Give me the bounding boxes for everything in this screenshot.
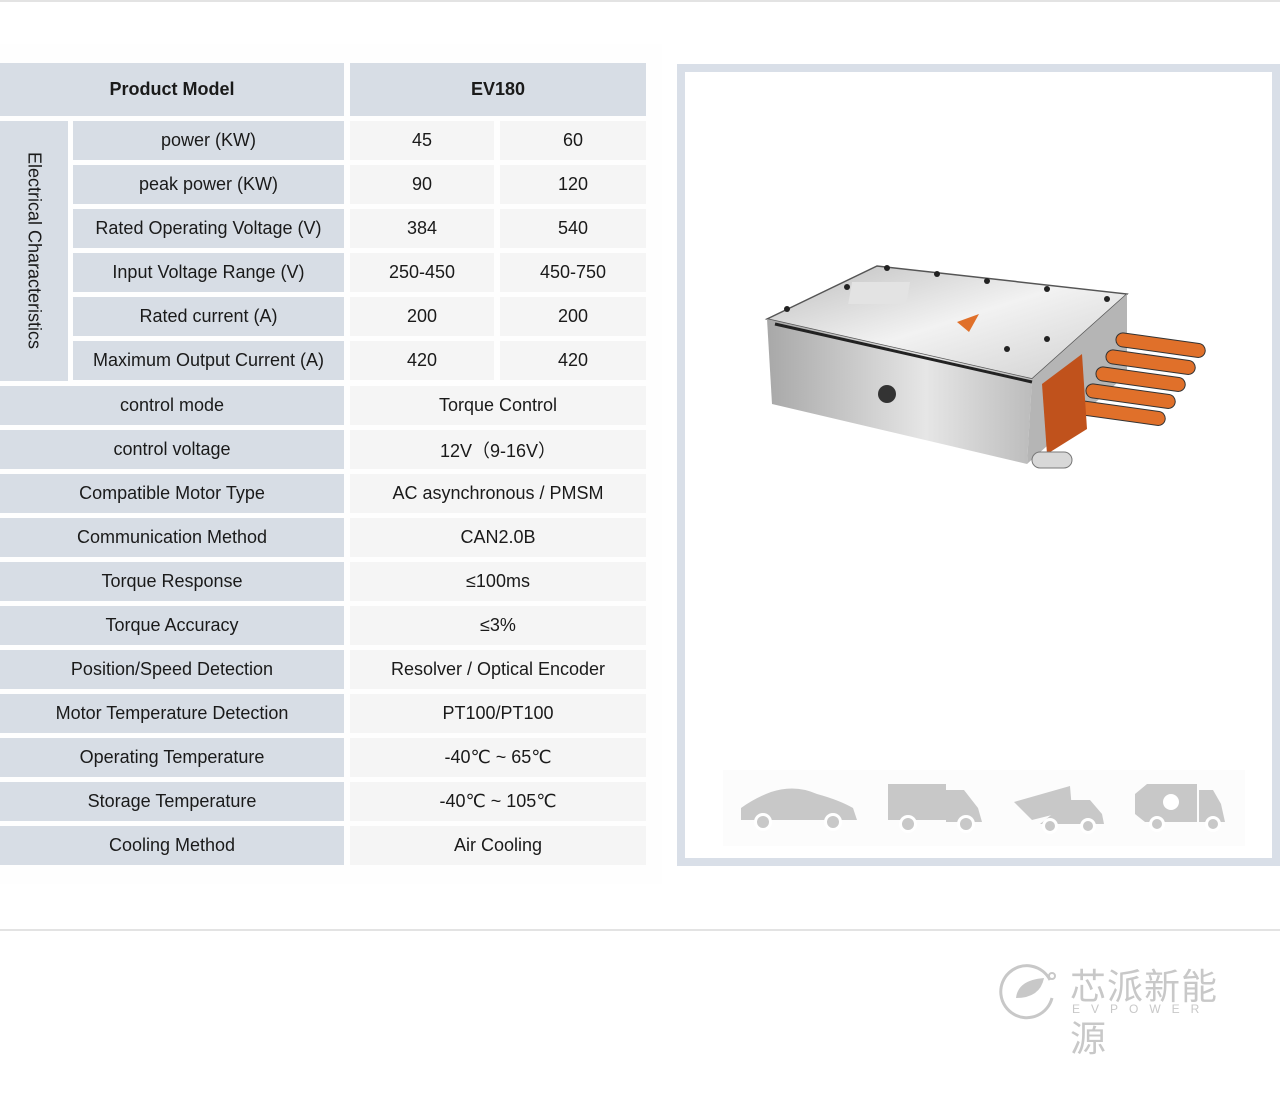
bottom-divider: [0, 929, 1280, 931]
spec-value: ≤100ms: [350, 562, 646, 601]
spec-label: Rated Operating Voltage (V): [73, 209, 344, 248]
spec-value: 420: [500, 341, 646, 380]
header-model: EV180: [350, 63, 646, 116]
group-label-electrical: Electrical Characteristics: [0, 121, 68, 381]
spec-value: CAN2.0B: [350, 518, 646, 557]
car-icon: [740, 788, 857, 831]
spec-value: 200: [350, 297, 494, 336]
brand-logo: 芯派新能源 EVPOWER: [998, 956, 1228, 1060]
spec-value: AC asynchronous / PMSM: [350, 474, 646, 513]
spec-label: control voltage: [0, 430, 344, 469]
spec-label: power (KW): [73, 121, 344, 160]
garbage-truck-icon: [1135, 784, 1226, 832]
spec-label: Cooling Method: [0, 826, 344, 865]
spec-value: 60: [500, 121, 646, 160]
spec-value: 90: [350, 165, 494, 204]
spec-label: Position/Speed Detection: [0, 650, 344, 689]
spec-label: Maximum Output Current (A): [73, 341, 344, 380]
spec-label: Compatible Motor Type: [0, 474, 344, 513]
spec-value: ≤3%: [350, 606, 646, 645]
spec-value: 384: [350, 209, 494, 248]
brand-name-en: EVPOWER: [1072, 1002, 1211, 1016]
spec-label: Torque Response: [0, 562, 344, 601]
spec-value: -40℃ ~ 65℃: [350, 738, 646, 777]
spec-value: 12V（9-16V）: [350, 430, 646, 469]
spec-value: Air Cooling: [350, 826, 646, 865]
application-icons: [723, 770, 1245, 846]
spec-value: 45: [350, 121, 494, 160]
cargo-truck-icon: [888, 784, 983, 833]
spec-value: 250-450: [350, 253, 494, 292]
spec-value: Torque Control: [350, 386, 646, 425]
spec-label: Motor Temperature Detection: [0, 694, 344, 733]
spec-value: PT100/PT100: [350, 694, 646, 733]
spec-label: Operating Temperature: [0, 738, 344, 777]
top-divider: [0, 0, 1280, 2]
spec-value: 120: [500, 165, 646, 204]
spec-label: Torque Accuracy: [0, 606, 344, 645]
spec-value: -40℃ ~ 105℃: [350, 782, 646, 821]
leaf-logo-icon: [999, 964, 1056, 1020]
spec-value: 420: [350, 341, 494, 380]
spec-value: 200: [500, 297, 646, 336]
spec-label: peak power (KW): [73, 165, 344, 204]
spec-label: control mode: [0, 386, 344, 425]
spec-label: Input Voltage Range (V): [73, 253, 344, 292]
spec-label: Rated current (A): [73, 297, 344, 336]
product-panel: [677, 64, 1280, 866]
spec-value: Resolver / Optical Encoder: [350, 650, 646, 689]
spec-value: 450-750: [500, 253, 646, 292]
spec-label: Communication Method: [0, 518, 344, 557]
dump-truck-icon: [1013, 786, 1104, 834]
product-image: [764, 265, 1206, 469]
product-panel-inner: [685, 72, 1272, 858]
spec-value: 540: [500, 209, 646, 248]
group-label-text: Electrical Characteristics: [24, 152, 45, 350]
spec-label: Storage Temperature: [0, 782, 344, 821]
header-label: Product Model: [0, 63, 344, 116]
